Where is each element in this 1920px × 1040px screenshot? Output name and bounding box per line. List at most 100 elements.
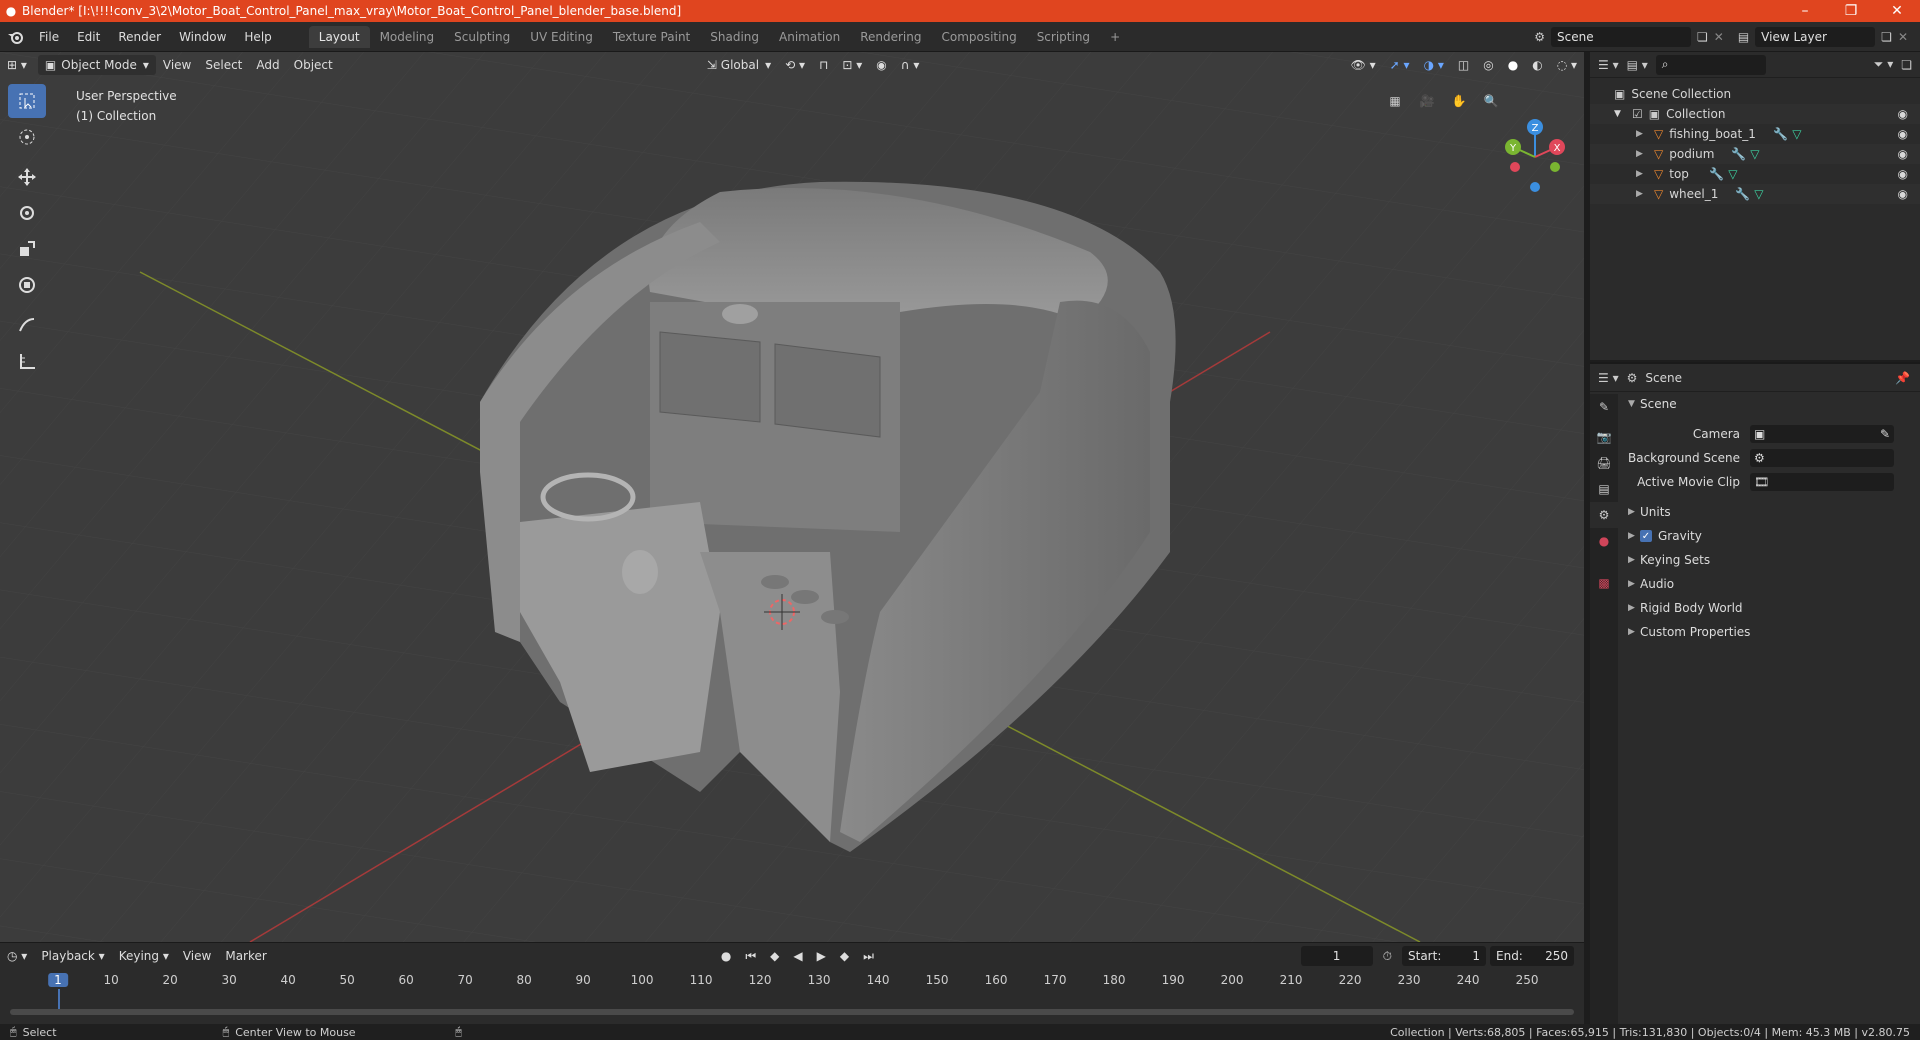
view-layer-selector[interactable]: View Layer — [1755, 26, 1876, 47]
pivot-point-icon[interactable]: ⟲ ▾ — [778, 55, 812, 75]
playhead-line[interactable] — [58, 989, 60, 1009]
menu-edit[interactable]: Edit — [68, 30, 109, 44]
outliner-editor-icon[interactable]: ☰ ▾ — [1598, 58, 1619, 72]
3d-viewport[interactable]: Z X Y ⊞ ▾ ▣ Object Mode ▾ View Select Ad… — [0, 52, 1584, 942]
filter-icon[interactable]: ⏷ ▾ — [1874, 57, 1893, 72]
eye-icon[interactable]: ◉ — [1898, 187, 1908, 201]
tab-uv-editing[interactable]: UV Editing — [520, 26, 603, 48]
timeline-ruler[interactable]: 1 10 20 30 40 50 60 70 80 90 100 110 120 130 140 150 160… — [0, 969, 1584, 1009]
orientation-selector[interactable]: ⇲ Global ▾ — [700, 55, 778, 75]
tab-texture-paint[interactable]: Texture Paint — [603, 26, 700, 48]
menu-select[interactable]: Select — [198, 55, 249, 75]
tree-object[interactable]: ▶ ▽ wheel_1 🔧 ▽ ◉ — [1590, 184, 1920, 204]
eye-icon[interactable]: ◉ — [1898, 167, 1908, 181]
blender-logo-icon[interactable] — [0, 22, 30, 52]
panel-scene-header[interactable]: ▼ Scene — [1620, 392, 1920, 416]
panel-gravity[interactable]: ▶ ✓ Gravity — [1620, 524, 1920, 548]
wireframe-shading-icon[interactable]: ◎ — [1476, 55, 1500, 75]
close-button[interactable]: ✕ — [1874, 3, 1920, 19]
active-movie-clip-field[interactable]: 🎞 — [1750, 473, 1894, 491]
tab-layout[interactable]: Layout — [308, 25, 370, 48]
expand-arrow-icon[interactable]: ▶ — [1636, 129, 1648, 139]
xray-toggle-icon[interactable]: ◫ — [1451, 55, 1476, 75]
gizmo-toggle-icon[interactable]: ➚ ▾ — [1383, 55, 1417, 75]
move-icon[interactable] — [8, 160, 46, 194]
tree-collection[interactable]: ▼ ☑ ▣ Collection ◉ — [1590, 104, 1920, 124]
display-mode-icon[interactable]: ▤ ▾ — [1627, 58, 1648, 72]
eye-icon[interactable]: ◉ — [1898, 127, 1908, 141]
prev-keyframe-icon[interactable]: ◆ — [763, 946, 786, 966]
panel-rigid-body-world[interactable]: ▶ Rigid Body World — [1620, 596, 1920, 620]
grid-view-icon[interactable]: ▦ — [1382, 88, 1408, 114]
menu-render[interactable]: Render — [109, 30, 170, 44]
timeline-editor-icon[interactable]: ◷ ▾ — [0, 946, 34, 966]
timeline-scrollbar[interactable] — [10, 1009, 1574, 1015]
annotate-icon[interactable] — [8, 308, 46, 342]
jump-end-icon[interactable]: ⏭ — [856, 946, 881, 966]
camera-field[interactable]: ▣ ✎ — [1750, 425, 1894, 443]
eyedropper-icon[interactable]: ✎ — [1880, 427, 1890, 441]
snap-icon[interactable]: ⊓ — [812, 55, 835, 75]
scene-selector[interactable]: Scene — [1551, 26, 1691, 47]
menu-view[interactable]: View — [156, 55, 198, 75]
maximize-button[interactable]: ❐ — [1828, 3, 1874, 19]
panel-custom-properties[interactable]: ▶ Custom Properties — [1620, 620, 1920, 644]
menu-playback[interactable]: Playback ▾ — [34, 946, 111, 966]
texture-tab-icon[interactable]: ▩ — [1590, 570, 1618, 596]
gravity-checkbox[interactable]: ✓ — [1640, 530, 1652, 542]
world-tab-icon[interactable]: ● — [1590, 528, 1618, 554]
tab-sculpting[interactable]: Sculpting — [444, 26, 520, 48]
menu-keying[interactable]: Keying ▾ — [112, 946, 176, 966]
tab-shading[interactable]: Shading — [700, 26, 769, 48]
menu-file[interactable]: File — [30, 30, 68, 44]
expand-arrow-icon[interactable]: ▶ — [1636, 189, 1648, 199]
current-frame-field[interactable]: 1 — [1300, 946, 1373, 966]
remove-scene-icon[interactable]: ✕ — [1714, 30, 1724, 44]
eye-icon[interactable]: ◉ — [1898, 107, 1908, 121]
camera-view-icon[interactable]: 🎥 — [1414, 88, 1440, 114]
proportional-edit-icon[interactable]: ◉ — [869, 55, 893, 75]
tab-compositing[interactable]: Compositing — [931, 26, 1026, 48]
pan-hand-icon[interactable]: ✋ — [1446, 88, 1472, 114]
menu-marker[interactable]: Marker — [218, 946, 273, 966]
editor-type-icon[interactable]: ⊞ ▾ — [0, 55, 34, 75]
falloff-icon[interactable]: ∩ ▾ — [894, 55, 927, 75]
measure-icon[interactable] — [8, 344, 46, 378]
new-scene-icon[interactable]: ❏ — [1697, 30, 1708, 44]
solid-shading-icon[interactable]: ● — [1501, 55, 1525, 75]
menu-object[interactable]: Object — [287, 55, 340, 75]
expand-arrow-icon[interactable]: ▶ — [1636, 149, 1648, 159]
visibility-icon[interactable]: 👁 ▾ — [1344, 55, 1383, 75]
play-reverse-icon[interactable]: ◀ — [786, 946, 809, 966]
outliner-search-input[interactable]: ⌕ — [1655, 54, 1766, 75]
transform-icon[interactable] — [8, 268, 46, 302]
cursor-icon[interactable] — [8, 120, 46, 154]
tree-scene-collection[interactable]: ▣ Scene Collection — [1590, 84, 1920, 104]
snap-target-icon[interactable]: ⊡ ▾ — [835, 55, 869, 75]
panel-units[interactable]: ▶ Units — [1620, 500, 1920, 524]
current-frame-indicator[interactable]: 1 — [48, 973, 68, 987]
tool-tab-icon[interactable]: ✎ — [1590, 394, 1618, 420]
tree-object[interactable]: ▶ ▽ fishing_boat_1 🔧 ▽ ◉ — [1590, 124, 1920, 144]
background-scene-field[interactable]: ⚙ — [1750, 449, 1894, 467]
tree-object[interactable]: ▶ ▽ podium 🔧 ▽ ◉ — [1590, 144, 1920, 164]
record-icon[interactable]: ● — [714, 946, 738, 966]
menu-add[interactable]: Add — [249, 55, 286, 75]
play-icon[interactable]: ▶ — [810, 946, 833, 966]
next-keyframe-icon[interactable]: ◆ — [833, 946, 856, 966]
output-tab-icon[interactable]: 🖨 — [1590, 450, 1618, 476]
panel-audio[interactable]: ▶ Audio — [1620, 572, 1920, 596]
scale-icon[interactable] — [8, 232, 46, 266]
new-collection-icon[interactable]: ❏ — [1901, 58, 1912, 72]
select-box-icon[interactable] — [8, 84, 46, 118]
menu-window[interactable]: Window — [170, 30, 235, 44]
expand-arrow-icon[interactable]: ▶ — [1636, 169, 1648, 179]
tab-animation[interactable]: Animation — [769, 26, 850, 48]
minimize-button[interactable]: – — [1782, 3, 1828, 19]
mode-selector[interactable]: ▣ Object Mode ▾ — [37, 55, 156, 75]
remove-view-layer-icon[interactable]: ✕ — [1898, 30, 1908, 44]
menu-help[interactable]: Help — [235, 30, 280, 44]
end-frame-field[interactable]: End: 250 — [1490, 946, 1574, 966]
tree-object[interactable]: ▶ ▽ top 🔧 ▽ ◉ — [1590, 164, 1920, 184]
jump-start-icon[interactable]: ⏮ — [738, 946, 763, 966]
